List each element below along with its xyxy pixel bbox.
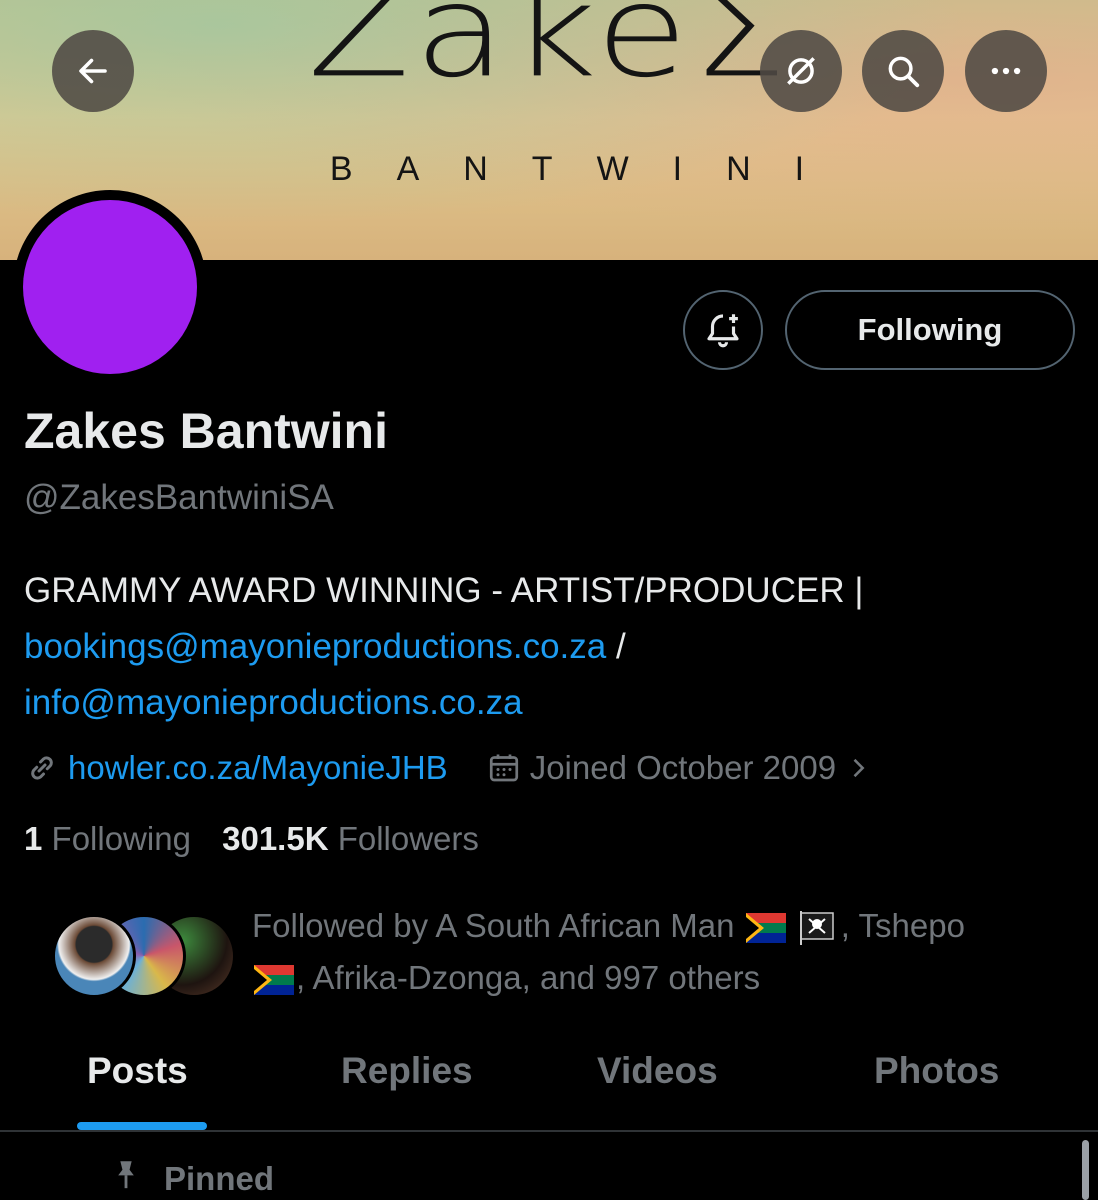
profile-meta: howler.co.za/MayonieJHB Joined October 2…	[24, 745, 880, 791]
pinned-text: Pinned	[164, 1160, 275, 1197]
tabs-divider	[0, 1130, 1098, 1132]
profile-tabs: Posts Replies Videos Photos	[0, 1040, 1098, 1132]
followers-count: 301.5K	[222, 820, 329, 857]
more-button[interactable]	[965, 30, 1047, 112]
profile-handle: @ZakesBantwiniSA	[24, 478, 334, 517]
tab-posts[interactable]: Posts	[87, 1050, 188, 1092]
avatar[interactable]	[13, 190, 207, 384]
avatar-image	[23, 200, 197, 374]
following-count: 1	[24, 820, 43, 857]
notifications-button[interactable]	[683, 290, 763, 370]
chevron-right-icon[interactable]	[844, 754, 872, 782]
south-africa-flag-icon	[254, 965, 294, 996]
pin-icon	[118, 1161, 134, 1189]
active-tab-indicator	[77, 1122, 207, 1130]
south-africa-flag-icon	[745, 913, 786, 944]
more-icon	[991, 67, 1021, 75]
tab-replies[interactable]: Replies	[341, 1050, 473, 1092]
banner-subtitle: BANTWINI	[329, 150, 849, 188]
follower-avatar-1	[52, 914, 136, 998]
following-count-link[interactable]: 1 Following	[24, 820, 191, 857]
joined-date: Joined October 2009	[529, 749, 837, 786]
followed-by-line1: Followed by A South African Man	[252, 907, 735, 944]
link-icon	[24, 750, 60, 786]
bio-email-bookings[interactable]: bookings@mayonieproductions.co.za	[24, 627, 606, 666]
back-button[interactable]	[52, 30, 134, 112]
arrow-left-icon	[79, 58, 107, 84]
profile-website-link[interactable]: howler.co.za/MayonieJHB	[68, 749, 448, 787]
pinned-label: Pinned	[112, 1160, 274, 1198]
pirate-flag-icon	[799, 911, 834, 946]
following-word: Following	[51, 820, 191, 857]
followed-by-line1b: , Tshepo	[840, 907, 965, 944]
search-button[interactable]	[862, 30, 944, 112]
following-button[interactable]: Following	[785, 290, 1075, 370]
tab-photos[interactable]: Photos	[874, 1050, 999, 1092]
followed-by-line2: , Afrika-Dzonga, and 997 others	[296, 959, 761, 996]
bio-separator: /	[616, 627, 626, 666]
follow-counts: 1 Following 301.5K Followers	[24, 820, 479, 858]
followers-word: Followers	[337, 820, 479, 857]
bio-email-info[interactable]: info@mayonieproductions.co.za	[24, 683, 523, 722]
tab-videos[interactable]: Videos	[597, 1050, 718, 1092]
search-icon	[888, 56, 920, 88]
scrollbar[interactable]	[1082, 1140, 1089, 1200]
profile-bio: GRAMMY AWARD WINNING - ARTIST/PRODUCER |…	[24, 563, 1074, 731]
profile-name: Zakes Bantwini	[24, 403, 388, 459]
bio-text: GRAMMY AWARD WINNING - ARTIST/PRODUCER |	[24, 571, 864, 610]
grok-icon	[787, 57, 815, 85]
calendar-icon	[486, 750, 522, 786]
followed-by-text: Followed by A South African Man , Tshepo…	[252, 900, 1072, 1004]
followers-count-link[interactable]: 301.5K Followers	[222, 820, 479, 857]
bell-plus-icon	[707, 314, 739, 348]
grok-button[interactable]	[760, 30, 842, 112]
